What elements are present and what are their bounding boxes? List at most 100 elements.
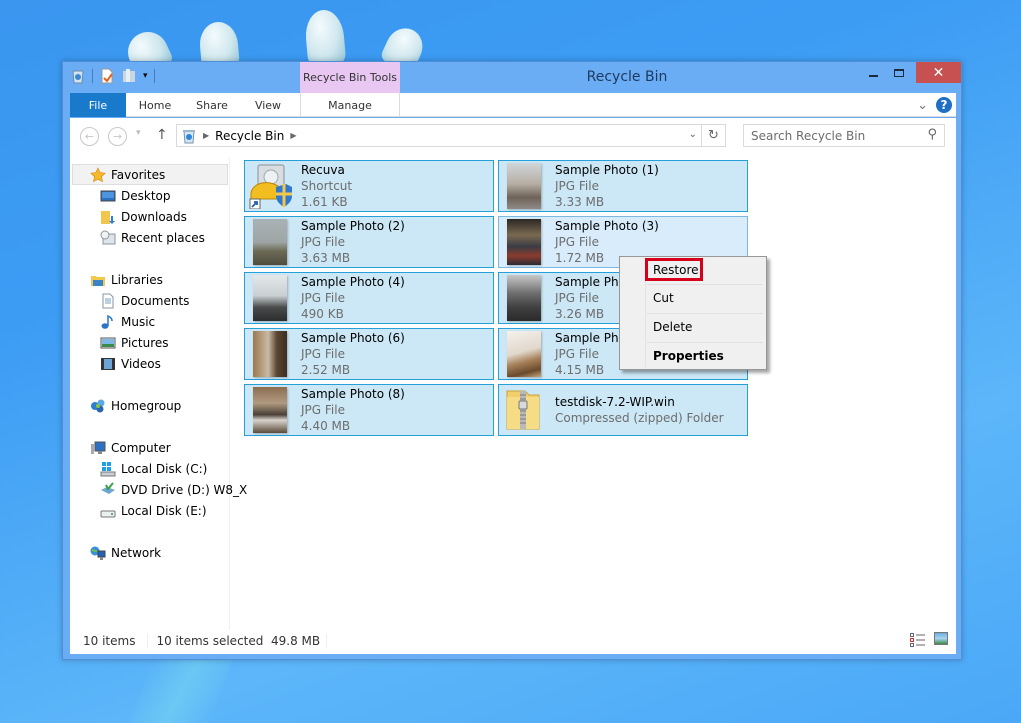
- search-input[interactable]: Search Recycle Bin ⚲: [743, 124, 945, 147]
- file-item-recuva[interactable]: Recuva Shortcut 1.61 KB: [244, 160, 494, 212]
- context-menu-cut[interactable]: Cut: [653, 291, 674, 305]
- navigation-pane: Favorites Desktop Downloads Recent place…: [70, 158, 247, 630]
- context-menu-properties[interactable]: Properties: [653, 349, 724, 363]
- file-type: Compressed (zipped) Folder: [555, 411, 724, 425]
- context-menu-delete[interactable]: Delete: [653, 320, 692, 334]
- sidebar-item-label: Videos: [121, 356, 161, 371]
- address-history-dropdown-icon[interactable]: ⌄: [689, 129, 697, 140]
- music-icon: [101, 314, 113, 329]
- file-type: Shortcut: [301, 179, 353, 193]
- recycle-bin-icon: [183, 129, 195, 143]
- system-drive-icon: [100, 461, 116, 476]
- sidebar-item-label: Libraries: [111, 272, 163, 287]
- photo-thumbnail: [253, 387, 287, 433]
- file-name: Sample Photo (4): [301, 275, 405, 289]
- tab-share[interactable]: Share: [184, 93, 240, 117]
- maximize-icon: [894, 68, 904, 77]
- sidebar-item-network[interactable]: Network: [70, 542, 161, 563]
- sidebar-item-music[interactable]: Music: [70, 311, 155, 332]
- photo-thumbnail: [253, 219, 287, 265]
- file-item-sample-photo-2[interactable]: Sample Photo (2) JPG File 3.63 MB: [244, 216, 494, 268]
- recent-places-icon: [100, 230, 116, 244]
- item-count: 10 items: [70, 634, 149, 648]
- breadcrumb-separator-icon[interactable]: ▶: [203, 131, 209, 140]
- sidebar-item-label: Recent places: [121, 230, 205, 245]
- up-button[interactable]: ↑: [156, 127, 168, 143]
- pictures-icon: [100, 337, 116, 348]
- back-button[interactable]: ←: [80, 127, 99, 146]
- context-menu-separator: [647, 313, 763, 314]
- file-item-sample-photo-4[interactable]: Sample Photo (4) JPG File 490 KB: [244, 272, 494, 324]
- title-bar[interactable]: ▾ Recycle Bin Tools Recycle Bin ✕: [63, 62, 961, 93]
- sidebar-item-libraries[interactable]: Libraries: [70, 269, 163, 290]
- search-icon[interactable]: ⚲: [927, 127, 937, 142]
- context-menu-restore[interactable]: Restore: [645, 258, 703, 281]
- sidebar-item-label: Downloads: [121, 209, 187, 224]
- tab-view[interactable]: View: [240, 93, 296, 117]
- tab-home[interactable]: Home: [126, 93, 184, 117]
- file-name: Sample Photo (3): [555, 219, 659, 233]
- sidebar-item-local-disk-e[interactable]: Local Disk (E:): [70, 500, 207, 521]
- file-item-sample-photo-6[interactable]: Sample Photo (6) JPG File 2.52 MB: [244, 328, 494, 380]
- sidebar-item-pictures[interactable]: Pictures: [70, 332, 169, 353]
- wallpaper-decoration: [127, 660, 233, 723]
- minimize-button[interactable]: [860, 62, 886, 83]
- file-size: 3.33 MB: [555, 195, 605, 209]
- context-menu: Restore Cut Delete Properties: [619, 256, 767, 370]
- computer-icon: [91, 441, 106, 454]
- ribbon-tab-bar: File Home Share View Manage ⌄ ?: [70, 93, 956, 117]
- sidebar-item-recent-places[interactable]: Recent places: [70, 227, 205, 248]
- sidebar-item-computer[interactable]: Computer: [70, 437, 171, 458]
- documents-icon: [102, 293, 114, 308]
- ribbon-controls: ⌄ ?: [917, 97, 952, 113]
- maximize-button[interactable]: [886, 62, 912, 83]
- sidebar-item-label: Desktop: [121, 188, 171, 203]
- refresh-button[interactable]: ↻: [701, 125, 725, 146]
- sidebar-item-label: Local Disk (E:): [121, 503, 207, 518]
- libraries-icon: [91, 275, 105, 286]
- breadcrumb-separator-icon[interactable]: ▶: [290, 131, 296, 140]
- context-menu-separator: [647, 284, 763, 285]
- sidebar-item-dvd-drive-d[interactable]: DVD Drive (D:) W8_X: [70, 479, 247, 500]
- forward-button[interactable]: →: [108, 127, 127, 146]
- file-size: 1.61 KB: [301, 195, 348, 209]
- sidebar-item-desktop[interactable]: Desktop: [70, 185, 171, 206]
- file-name: Recuva: [301, 163, 345, 177]
- expand-ribbon-icon[interactable]: ⌄: [917, 98, 928, 113]
- help-icon[interactable]: ?: [936, 97, 952, 113]
- large-icons-view-button[interactable]: [934, 632, 948, 645]
- file-item-testdisk[interactable]: testdisk-7.2-WIP.win Compressed (zipped)…: [498, 384, 748, 436]
- sidebar-item-favorites[interactable]: Favorites: [72, 164, 228, 185]
- address-bar[interactable]: ▶ Recycle Bin ▶ ⌄ ↻: [176, 124, 726, 147]
- sidebar-item-documents[interactable]: Documents: [70, 290, 189, 311]
- sidebar-item-local-disk-c[interactable]: Local Disk (C:): [70, 458, 207, 479]
- back-arrow-icon: ←: [84, 130, 95, 143]
- minimize-icon: [868, 74, 878, 77]
- recent-locations-icon[interactable]: ▾: [136, 128, 141, 138]
- sidebar-item-label: Pictures: [121, 335, 169, 350]
- photo-thumbnail: [507, 275, 541, 321]
- videos-icon: [101, 357, 115, 370]
- tab-manage[interactable]: Manage: [300, 93, 400, 117]
- navigation-bar: ← → ▾ ↑ ▶ Recycle Bin ▶ ⌄ ↻ Search Recyc…: [70, 118, 956, 158]
- file-type: JPG File: [301, 403, 345, 417]
- breadcrumb-recycle-bin[interactable]: Recycle Bin: [215, 129, 284, 143]
- sidebar-item-label: DVD Drive (D:) W8_X: [121, 482, 248, 497]
- file-item-sample-photo-1[interactable]: Sample Photo (1) JPG File 3.33 MB: [498, 160, 748, 212]
- close-button[interactable]: ✕: [916, 62, 961, 83]
- homegroup-icon: [91, 399, 105, 412]
- file-type: JPG File: [301, 235, 345, 249]
- context-menu-separator: [647, 342, 763, 343]
- sidebar-item-downloads[interactable]: Downloads: [70, 206, 187, 227]
- wallpaper-decoration: [303, 8, 347, 67]
- downloads-icon: [101, 210, 115, 224]
- sidebar-item-label: Favorites: [111, 167, 166, 182]
- details-view-button[interactable]: [910, 633, 926, 647]
- tab-file[interactable]: File: [70, 93, 126, 117]
- sidebar-item-homegroup[interactable]: Homegroup: [70, 395, 181, 416]
- sidebar-item-label: Local Disk (C:): [121, 461, 208, 476]
- drive-icon: [100, 510, 116, 517]
- network-icon: [90, 546, 106, 560]
- sidebar-item-videos[interactable]: Videos: [70, 353, 161, 374]
- file-item-sample-photo-8[interactable]: Sample Photo (8) JPG File 4.40 MB: [244, 384, 494, 436]
